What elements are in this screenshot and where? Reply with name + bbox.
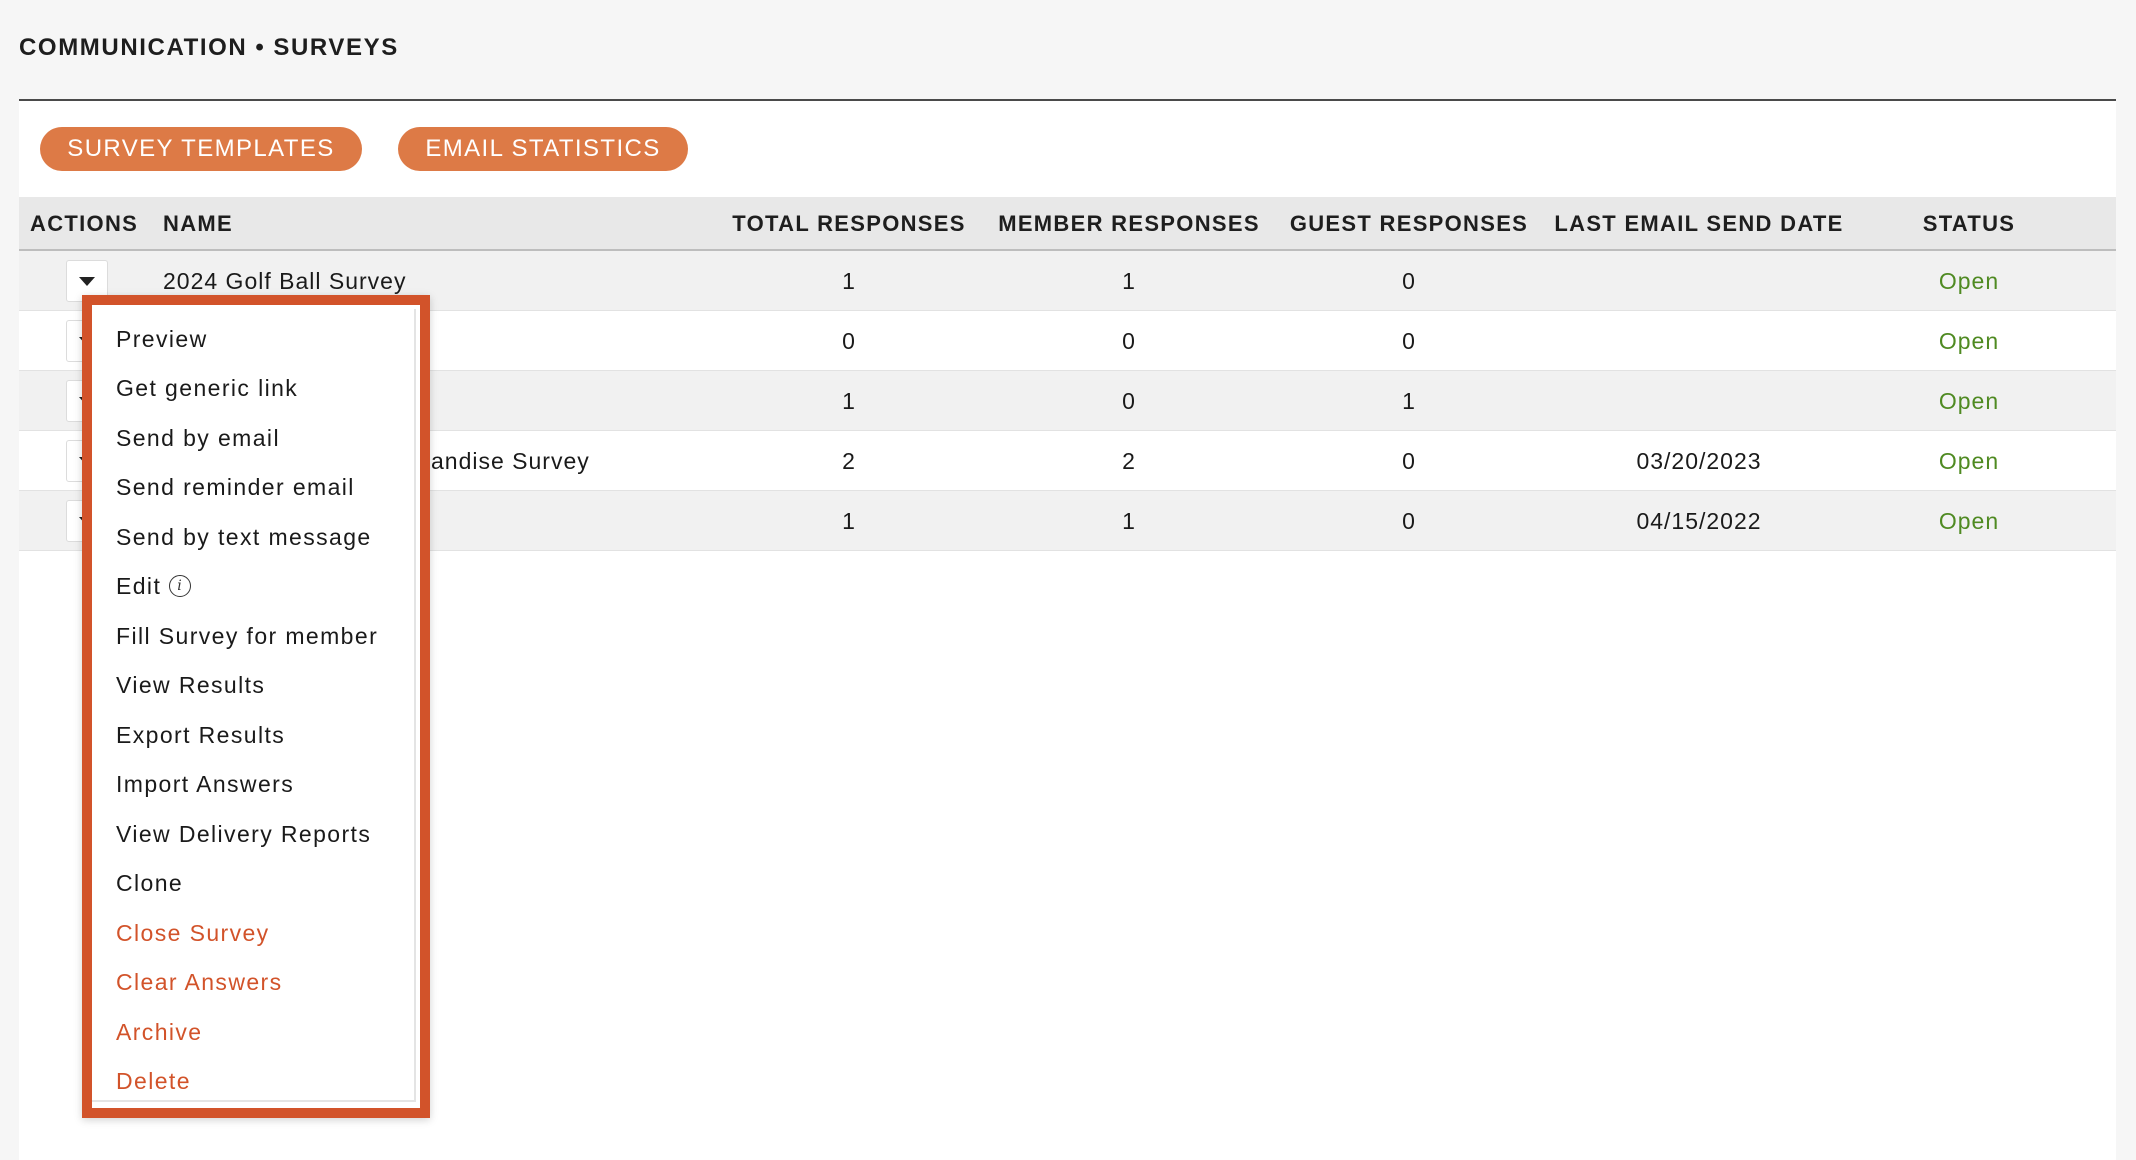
header-status[interactable]: STATUS [1879,197,2059,251]
total-responses: 2 [842,447,856,474]
menu-item-clear-answers[interactable]: Clear Answers [116,967,282,997]
breadcrumb-page: SURVEYS [273,34,399,61]
menu-item-edit-label: Edit [116,572,162,599]
last-email-send-date: 03/20/2023 [1636,447,1762,474]
status-badge: Open [1938,507,2000,534]
member-responses: 1 [1122,267,1136,294]
guest-responses: 0 [1402,507,1416,534]
guest-responses: 0 [1402,327,1416,354]
header-guest-responses[interactable]: GUEST RESPONSES [1269,197,1549,251]
page: COMMUNICATION • SURVEYS SURVEY TEMPLATES E… [0,0,2136,1160]
caret-down-icon [79,276,95,286]
total-responses: 1 [842,267,856,294]
menu-item-archive[interactable]: Archive [116,1017,203,1047]
header-last-email-send-date[interactable]: LAST EMAIL SEND DATE [1549,197,1849,251]
member-responses: 0 [1122,327,1136,354]
status-badge: Open [1938,387,2000,414]
menu-item-send-reminder-email[interactable]: Send reminder email [116,472,355,502]
menu-item-view-delivery-reports[interactable]: View Delivery Reports [116,819,371,849]
menu-item-send-by-text-message[interactable]: Send by text message [116,522,372,552]
info-icon[interactable]: i [169,575,192,597]
last-email-send-date [1549,371,1849,431]
menu-item-export-results[interactable]: Export Results [116,720,285,750]
status-badge: Open [1938,447,2000,474]
menu-list: Preview Get generic link Send by email S… [92,309,416,1102]
row-actions-menu: Preview Get generic link Send by email S… [82,295,430,1118]
total-responses: 1 [842,507,856,534]
total-responses: 1 [842,387,856,414]
table-header: ACTIONS NAME TOTAL RESPONSES MEMBER RESP… [19,197,2116,251]
guest-responses: 1 [1402,387,1416,414]
breadcrumb-separator: • [255,34,266,61]
menu-item-send-by-email[interactable]: Send by email [116,423,280,453]
guest-responses: 0 [1402,267,1416,294]
email-statistics-button[interactable]: EMAIL STATISTICS [398,127,688,171]
menu-item-preview[interactable]: Preview [116,324,208,354]
menu-item-get-generic-link[interactable]: Get generic link [116,373,298,403]
menu-item-fill-survey-for-member[interactable]: Fill Survey for member [116,621,378,651]
last-email-send-date [1549,251,1849,311]
menu-item-edit[interactable]: Edit i [116,571,192,601]
status-badge: Open [1938,327,2000,354]
menu-item-clone[interactable]: Clone [116,868,183,898]
menu-item-delete[interactable]: Delete [116,1066,191,1096]
survey-templates-button[interactable]: SURVEY TEMPLATES [40,127,362,171]
breadcrumb: COMMUNICATION • SURVEYS [19,34,399,62]
header-total-responses[interactable]: TOTAL RESPONSES [709,197,989,251]
guest-responses: 0 [1402,447,1416,474]
header-name[interactable]: NAME [163,197,233,251]
last-email-send-date [1549,311,1849,371]
member-responses: 0 [1122,387,1136,414]
menu-item-close-survey[interactable]: Close Survey [116,918,270,948]
member-responses: 1 [1122,507,1136,534]
member-responses: 2 [1122,447,1136,474]
total-responses: 0 [842,327,856,354]
status-badge: Open [1938,267,2000,294]
survey-name[interactable]: andise Survey [431,431,590,491]
last-email-send-date: 04/15/2022 [1636,507,1762,534]
header-actions: ACTIONS [30,211,139,236]
menu-item-import-answers[interactable]: Import Answers [116,769,294,799]
breadcrumb-section[interactable]: COMMUNICATION [19,34,247,61]
header-member-responses[interactable]: MEMBER RESPONSES [989,197,1269,251]
menu-item-view-results[interactable]: View Results [116,670,265,700]
